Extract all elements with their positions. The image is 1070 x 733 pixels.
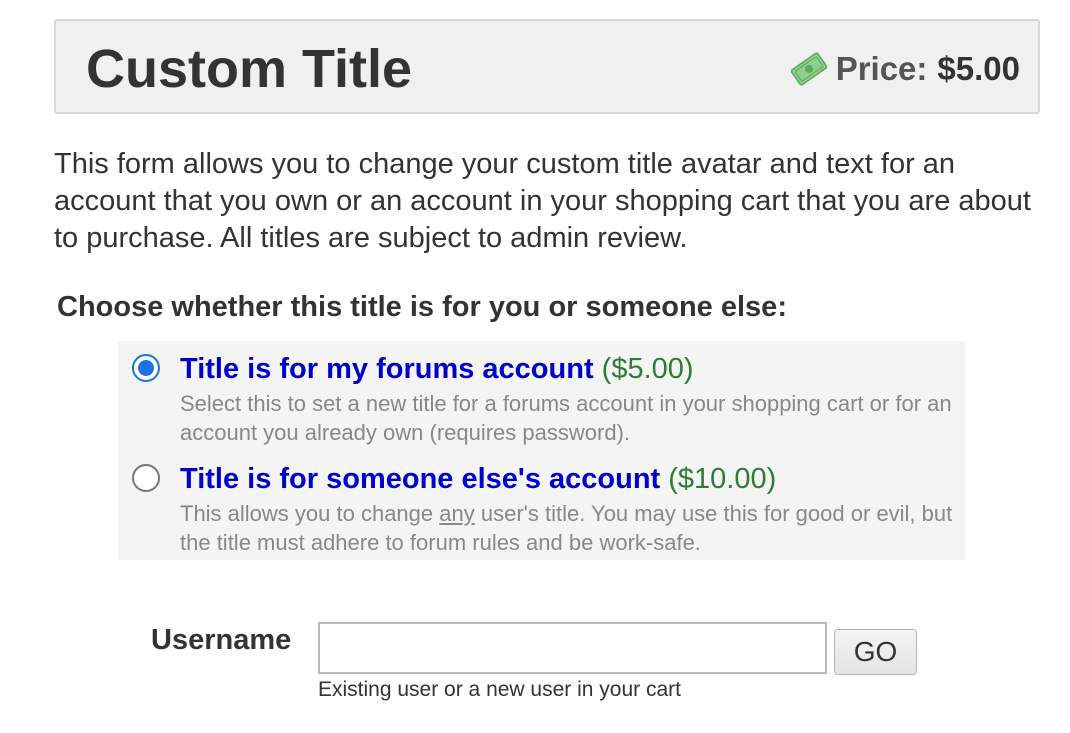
go-button[interactable]: GO [834, 629, 917, 675]
choose-heading: Choose whether this title is for you or … [57, 291, 787, 323]
option-title[interactable]: Title is for someone else's account ($10… [180, 461, 776, 497]
username-hint: Existing user or a new user in your cart [318, 678, 681, 701]
username-label: Username [151, 624, 292, 656]
title-header: Custom Title Price: $5.00 [54, 19, 1040, 114]
intro-text: This form allows you to change your cust… [54, 148, 1031, 254]
option-title[interactable]: Title is for my forums account ($5.00) [180, 351, 694, 387]
option-description: This allows you to change any user's tit… [180, 499, 970, 557]
username-input[interactable] [318, 622, 827, 674]
option-label[interactable]: Title is for my forums account [180, 353, 594, 385]
option-description: Select this to set a new title for a for… [180, 391, 952, 445]
option-price: ($10.00) [668, 463, 777, 495]
description-emphasis: any [439, 501, 475, 526]
money-icon [790, 52, 827, 86]
description-text: This allows you to change [180, 501, 440, 526]
option-price: ($5.00) [601, 353, 694, 385]
radio-someone-else[interactable] [132, 464, 160, 492]
price-display: Price: $5.00 [790, 49, 1020, 89]
title-options-panel: Title is for my forums account ($5.00) S… [118, 341, 965, 560]
radio-my-account[interactable] [132, 354, 160, 382]
page-title: Custom Title [86, 39, 413, 99]
price-value: $5.00 [937, 50, 1020, 87]
option-label[interactable]: Title is for someone else's account [180, 463, 660, 495]
price-label: Price: [835, 50, 928, 87]
